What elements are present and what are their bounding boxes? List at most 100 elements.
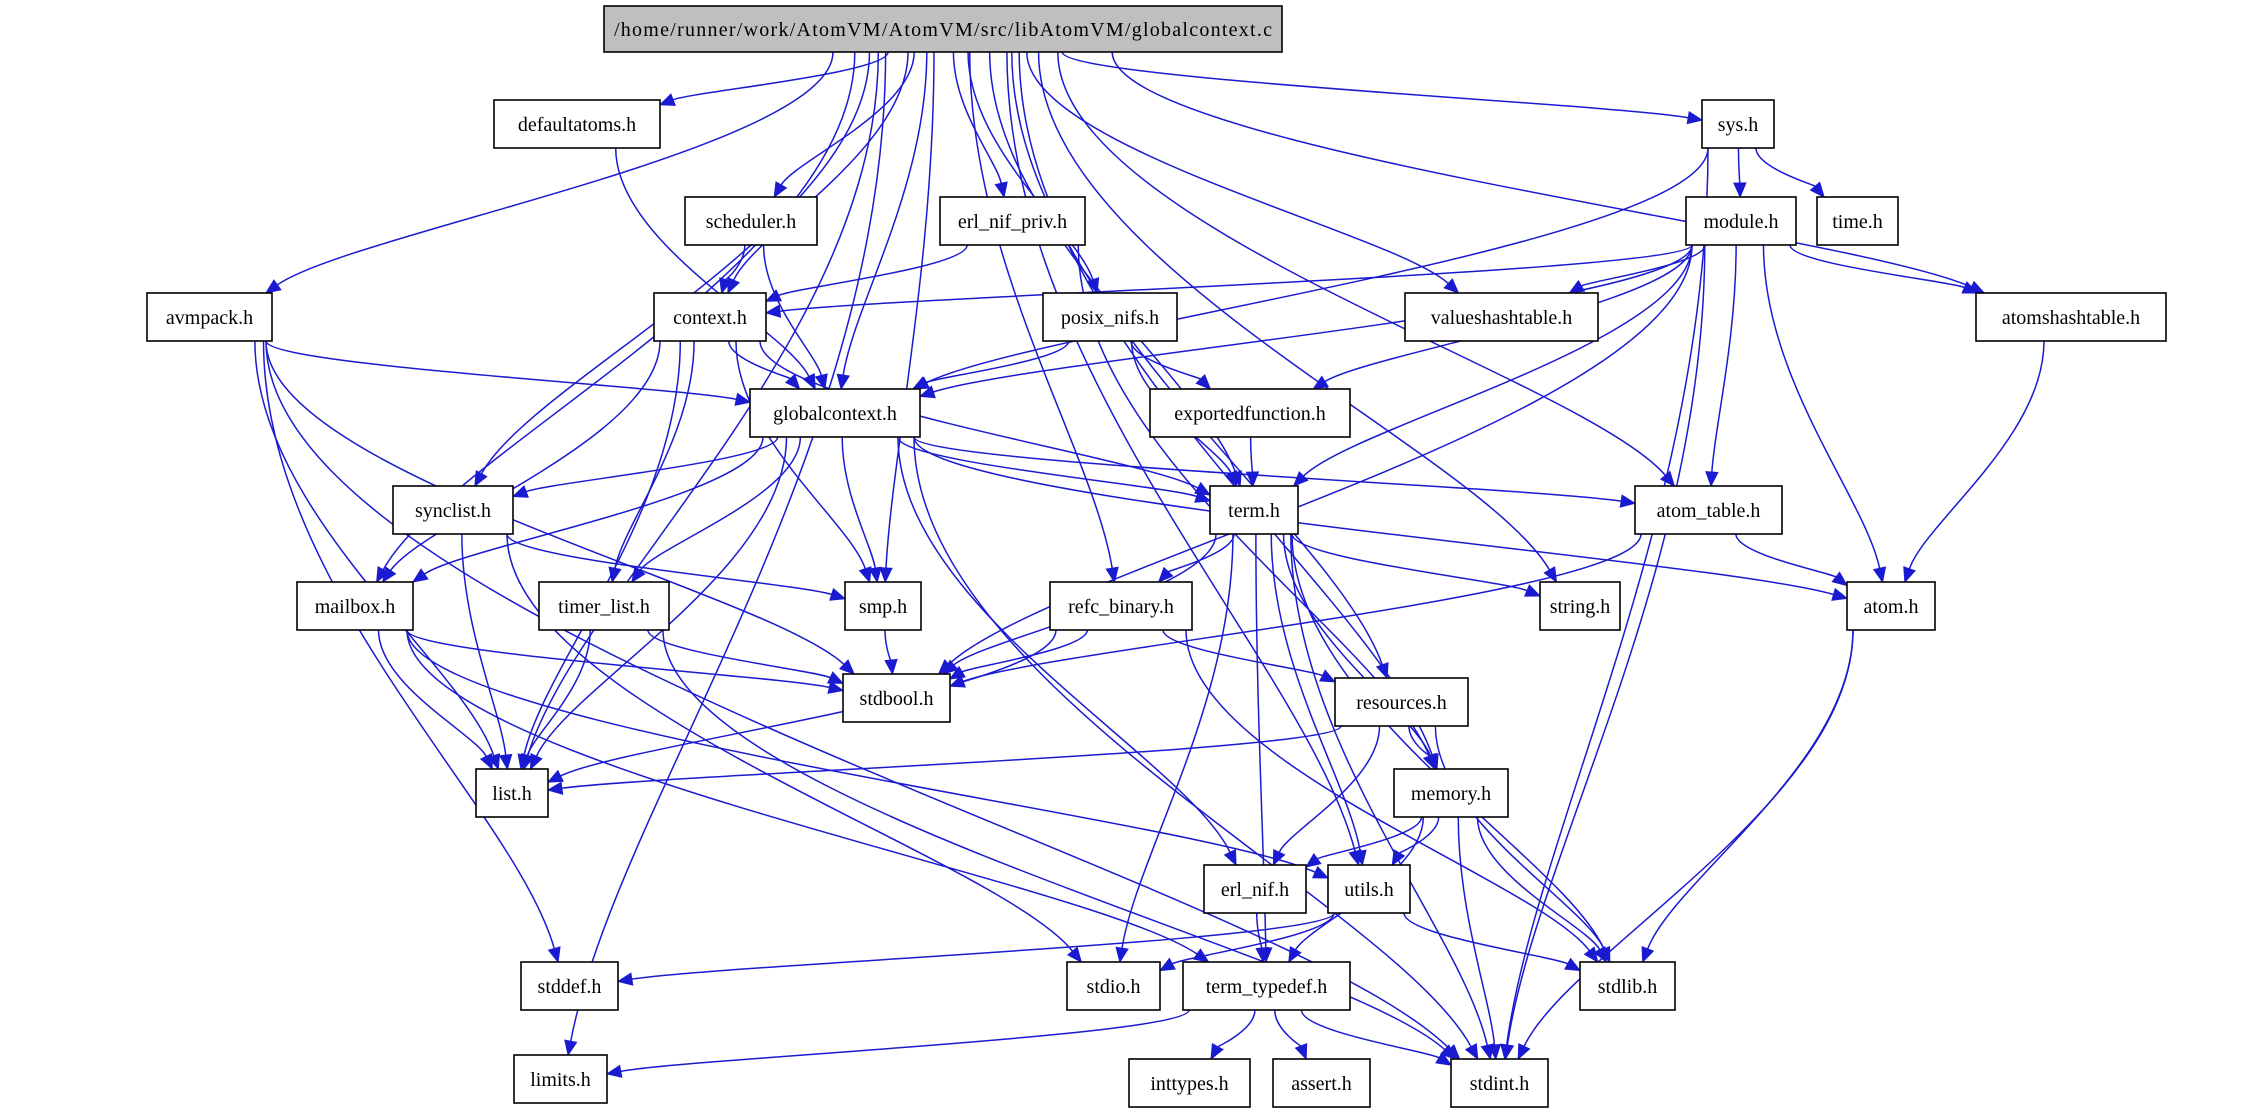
edge-line (1316, 816, 1423, 860)
edge-context-to-globalcontext (728, 340, 801, 390)
header-node-stddef[interactable]: stddef.h (520, 961, 619, 1011)
edge-line (1523, 629, 1854, 1047)
header-node-time[interactable]: time.h (1816, 196, 1899, 246)
header-node-module[interactable]: module.h (1685, 196, 1797, 246)
edge-root-to-utils (1006, 51, 1362, 867)
arrowhead-icon (1464, 1043, 1479, 1061)
header-node-scheduler[interactable]: scheduler.h (684, 196, 818, 246)
header-node-avmpack[interactable]: avmpack.h (146, 292, 273, 342)
edge-atom-to-stdint (1517, 629, 1854, 1061)
edge-sys-to-globalcontext (912, 147, 1709, 390)
edge-root-to-atomshashtable (1111, 51, 1986, 294)
header-node-limits[interactable]: limits.h (513, 1054, 608, 1104)
node-label: /home/runner/work/AtomVM/AtomVM/src/libA… (614, 19, 1272, 41)
header-node-atom[interactable]: atom.h (1846, 581, 1936, 631)
edge-root-to-erl_nif_priv (952, 51, 1008, 199)
header-node-synclist[interactable]: synclist.h (392, 485, 514, 535)
root-file-node[interactable]: /home/runner/work/AtomVM/AtomVM/src/libA… (603, 5, 1283, 53)
header-node-valueshashtable[interactable]: valueshashtable.h (1404, 292, 1599, 342)
header-node-atom-table[interactable]: atom_table.h (1634, 485, 1783, 535)
node-label: memory.h (1411, 783, 1491, 805)
edge-atom_table-to-atom (1735, 533, 1849, 587)
edge-line (265, 340, 737, 401)
node-label: timer_list.h (558, 596, 650, 618)
header-node-mailbox[interactable]: mailbox.h (296, 581, 414, 631)
edge-module-to-term (1292, 244, 1693, 487)
edge-line (1403, 912, 1569, 965)
header-node-sys[interactable]: sys.h (1701, 99, 1775, 149)
arrowhead-icon (1831, 587, 1849, 601)
arrowhead-icon (829, 587, 847, 601)
header-node-stdint[interactable]: stdint.h (1450, 1058, 1549, 1108)
edge-line (1274, 1009, 1302, 1047)
edge-root-to-context (727, 51, 909, 295)
edge-line (1476, 816, 1601, 951)
header-node-utils[interactable]: utils.h (1327, 864, 1411, 914)
arrowhead-icon (498, 753, 513, 771)
header-node-stdbool[interactable]: stdbool.h (842, 673, 951, 723)
header-node-atomshashtable[interactable]: atomshashtable.h (1975, 292, 2167, 342)
header-node-timer-list[interactable]: timer_list.h (538, 581, 670, 631)
header-node-erl-nif-priv[interactable]: erl_nif_priv.h (939, 196, 1086, 246)
header-node-term-typedef[interactable]: term_typedef.h (1182, 961, 1351, 1011)
edge-globalcontext-to-erl_nif (897, 436, 1237, 867)
node-label: erl_nif.h (1221, 879, 1289, 901)
edge-root-to-avmpack (264, 51, 834, 294)
node-label: list.h (492, 783, 531, 805)
header-node-memory[interactable]: memory.h (1393, 768, 1509, 818)
arrowhead-icon (1524, 584, 1542, 597)
node-label: avmpack.h (166, 307, 253, 329)
arrowhead-icon (1312, 375, 1330, 390)
edge-line (724, 244, 746, 281)
header-node-stdlib[interactable]: stdlib.h (1579, 961, 1676, 1011)
edge-line (406, 629, 1316, 873)
edge-synclist-to-list (461, 533, 513, 771)
edge-module-to-atomshashtable (1789, 244, 1979, 294)
edge-line (1735, 533, 1837, 578)
node-label: string.h (1550, 596, 1611, 618)
node-label: context.h (673, 307, 747, 329)
edge-line (561, 725, 1342, 789)
header-node-erl-nif[interactable]: erl_nif.h (1203, 864, 1307, 914)
edge-line (1130, 340, 1202, 380)
header-node-stdio[interactable]: stdio.h (1066, 961, 1161, 1011)
header-node-smp[interactable]: smp.h (844, 581, 922, 631)
edge-line (952, 51, 1002, 184)
header-node-string[interactable]: string.h (1539, 581, 1621, 631)
node-label: defaultatoms.h (518, 114, 636, 136)
edge-posix_nifs-to-exportedfunction (1130, 340, 1212, 390)
arrowhead-icon (1583, 946, 1599, 964)
edge-line (1216, 1009, 1256, 1048)
edge-timer_list-to-stdbool (647, 629, 845, 684)
arrowhead-icon (1543, 566, 1558, 584)
arrowhead-icon (381, 566, 397, 584)
header-node-assert[interactable]: assert.h (1272, 1058, 1371, 1108)
arrowhead-icon (879, 567, 893, 584)
arrowhead-icon (1641, 946, 1655, 964)
header-node-exportedfunction[interactable]: exportedfunction.h (1149, 388, 1351, 438)
header-node-defaultatoms[interactable]: defaultatoms.h (493, 99, 661, 149)
arrowhead-icon (1564, 957, 1582, 972)
edge-line (1249, 436, 1254, 473)
header-node-globalcontext[interactable]: globalcontext.h (749, 388, 921, 438)
header-node-context[interactable]: context.h (653, 292, 767, 342)
header-node-inttypes[interactable]: inttypes.h (1128, 1058, 1251, 1108)
header-node-posix-nifs[interactable]: posix_nifs.h (1042, 292, 1178, 342)
arrowhead-icon (546, 781, 564, 795)
edge-module-to-stdint (1500, 244, 1706, 1061)
arrowhead-icon (911, 376, 929, 390)
header-node-list[interactable]: list.h (475, 768, 549, 818)
header-node-term[interactable]: term.h (1209, 485, 1299, 535)
header-node-refc-binary[interactable]: refc_binary.h (1049, 581, 1193, 631)
node-label: atom.h (1864, 596, 1919, 618)
edge-erl_nif_priv-to-context (764, 244, 968, 302)
header-node-resources[interactable]: resources.h (1334, 677, 1469, 727)
node-label: stdlib.h (1598, 976, 1657, 998)
arrowhead-icon (1304, 853, 1322, 868)
edge-avmpack-to-stddef (262, 340, 561, 964)
edge-line (560, 629, 1057, 777)
edge-term_typedef-to-inttypes (1210, 1009, 1256, 1061)
node-label: synclist.h (415, 500, 491, 522)
arrowhead-icon (658, 93, 676, 106)
node-label: assert.h (1291, 1073, 1352, 1095)
